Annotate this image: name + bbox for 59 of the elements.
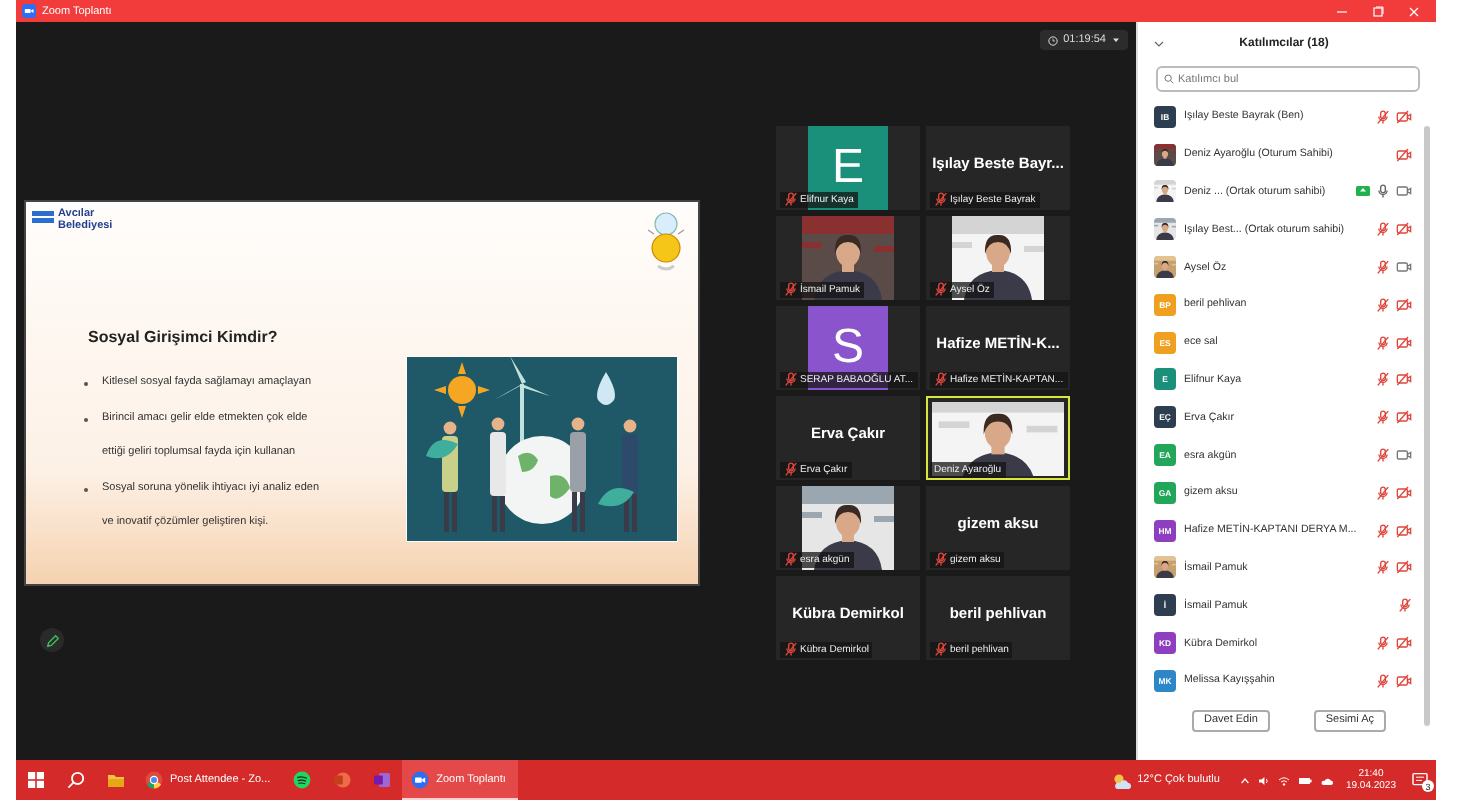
speaker-icon[interactable]	[1257, 775, 1270, 785]
clock-icon	[1047, 35, 1058, 45]
network-icon[interactable]	[1277, 775, 1290, 785]
camera-off-icon	[1396, 372, 1412, 387]
camera-off-icon	[1396, 560, 1412, 575]
folder-icon	[106, 769, 126, 789]
chevron-down-icon[interactable]	[1154, 40, 1164, 48]
notification-icon[interactable]	[1412, 772, 1428, 788]
muted-mic-icon	[1376, 448, 1390, 463]
slide-title: Sosyal Girişimci Kimdir?	[88, 328, 280, 346]
camera-icon	[1396, 184, 1412, 199]
muted-mic-icon	[1398, 598, 1412, 613]
video-app-icon	[410, 769, 431, 789]
muted-mic-icon	[1376, 523, 1390, 538]
chevron-up-icon[interactable]	[1239, 775, 1250, 785]
search-icon	[1164, 74, 1174, 84]
browser-icon	[144, 769, 164, 789]
camera-icon	[1396, 448, 1412, 463]
camera-off-icon	[1396, 485, 1412, 500]
camera-off-icon	[1396, 147, 1412, 162]
caret-icon	[1112, 36, 1120, 44]
share-badge-icon	[1356, 186, 1370, 197]
logo-stripes-icon	[32, 210, 54, 224]
muted-mic-icon	[1376, 485, 1390, 500]
camera-off-icon	[1396, 297, 1412, 312]
muted-mic-icon	[1376, 335, 1390, 350]
search-icon	[66, 769, 86, 789]
lightbulb-icon	[646, 210, 686, 274]
cloud-icon[interactable]	[1319, 775, 1334, 785]
scrollbar[interactable]	[1424, 126, 1430, 726]
camera-off-icon	[1396, 673, 1412, 688]
muted-mic-icon	[1376, 260, 1390, 275]
muted-mic-icon	[1376, 222, 1390, 237]
muted-mic-icon	[1376, 297, 1390, 312]
camera-off-icon	[1396, 335, 1412, 350]
microphone-icon	[1376, 184, 1390, 199]
music-app-icon	[292, 769, 313, 789]
muted-mic-icon	[1376, 410, 1390, 425]
camera-off-icon	[1396, 222, 1412, 237]
muted-mic-icon	[1376, 636, 1390, 651]
weather-icon	[1111, 771, 1132, 789]
camera-off-icon	[1396, 410, 1412, 425]
camera-off-icon	[1396, 523, 1412, 538]
muted-mic-icon	[1376, 560, 1390, 575]
zoom-logo-icon	[22, 4, 36, 18]
muted-mic-icon	[1376, 673, 1390, 688]
muted-mic-icon	[1376, 109, 1390, 124]
start-icon	[26, 769, 46, 789]
presentation-app-icon	[332, 769, 353, 789]
notes-app-icon	[372, 769, 393, 789]
close-icon[interactable]	[1408, 5, 1420, 17]
pencil-icon	[45, 633, 59, 647]
camera-icon	[1396, 260, 1412, 275]
camera-off-icon	[1396, 109, 1412, 124]
camera-off-icon	[1396, 636, 1412, 651]
battery-icon[interactable]	[1297, 775, 1312, 785]
maximize-icon[interactable]	[1372, 5, 1384, 17]
annotate-button[interactable]	[40, 628, 64, 652]
muted-mic-icon	[1376, 372, 1390, 387]
